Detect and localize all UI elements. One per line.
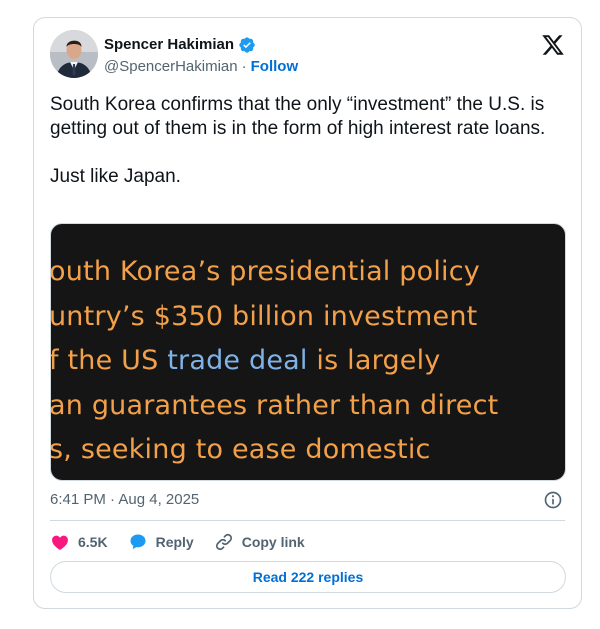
separator-dot: ·: [241, 58, 247, 75]
media-text-segment: f the US: [50, 345, 168, 376]
reply-button[interactable]: Reply: [128, 532, 194, 552]
copy-link-button[interactable]: Copy link: [214, 532, 305, 552]
copy-link-label: Copy link: [241, 534, 305, 550]
tweet-card: Spencer Hakimian @SpencerHakimian · Foll…: [33, 17, 582, 609]
tweet-media-image[interactable]: outh Korea’s presidential policy untry’s…: [50, 223, 566, 481]
reply-bubble-icon: [130, 534, 146, 550]
author-name-label: Spencer Hakimian: [104, 36, 235, 53]
divider: [50, 520, 565, 521]
heart-icon: [52, 535, 68, 550]
media-text-link: trade deal: [167, 345, 308, 376]
media-text-segment: is largely: [307, 345, 441, 376]
info-icon[interactable]: [543, 490, 563, 510]
media-text-line: s, seeking to ease domestic: [50, 434, 431, 465]
avatar[interactable]: [50, 30, 98, 78]
reply-label: Reply: [155, 534, 194, 550]
follow-button[interactable]: Follow: [251, 57, 299, 77]
media-text-line: outh Korea’s presidential policy: [50, 256, 480, 287]
media-text-line: f the US trade deal is largely: [50, 345, 441, 376]
tweet-text: South Korea confirms that the only “inve…: [50, 93, 570, 189]
media-text-line: untry’s $350 billion investment: [50, 301, 478, 332]
tweet-paragraph: South Korea confirms that the only “inve…: [50, 94, 546, 139]
link-icon: [215, 533, 232, 551]
media-text-line: an guarantees rather than direct: [50, 390, 499, 421]
tweet-paragraph: Just like Japan.: [50, 166, 181, 187]
action-bar: 6.5K Reply Copy link: [50, 530, 305, 554]
verified-badge-icon: [239, 37, 255, 53]
author-handle[interactable]: @SpencerHakimian: [104, 57, 238, 77]
like-button[interactable]: 6.5K: [50, 532, 108, 552]
like-count: 6.5K: [78, 534, 108, 550]
handle-line: @SpencerHakimian · Follow: [104, 57, 298, 77]
x-logo-icon[interactable]: [541, 33, 565, 57]
tweet-timestamp[interactable]: 6:41 PM · Aug 4, 2025: [50, 490, 199, 510]
read-replies-button[interactable]: Read 222 replies: [50, 561, 566, 593]
author-name[interactable]: Spencer Hakimian: [104, 35, 256, 55]
avatar-image: [50, 30, 98, 78]
